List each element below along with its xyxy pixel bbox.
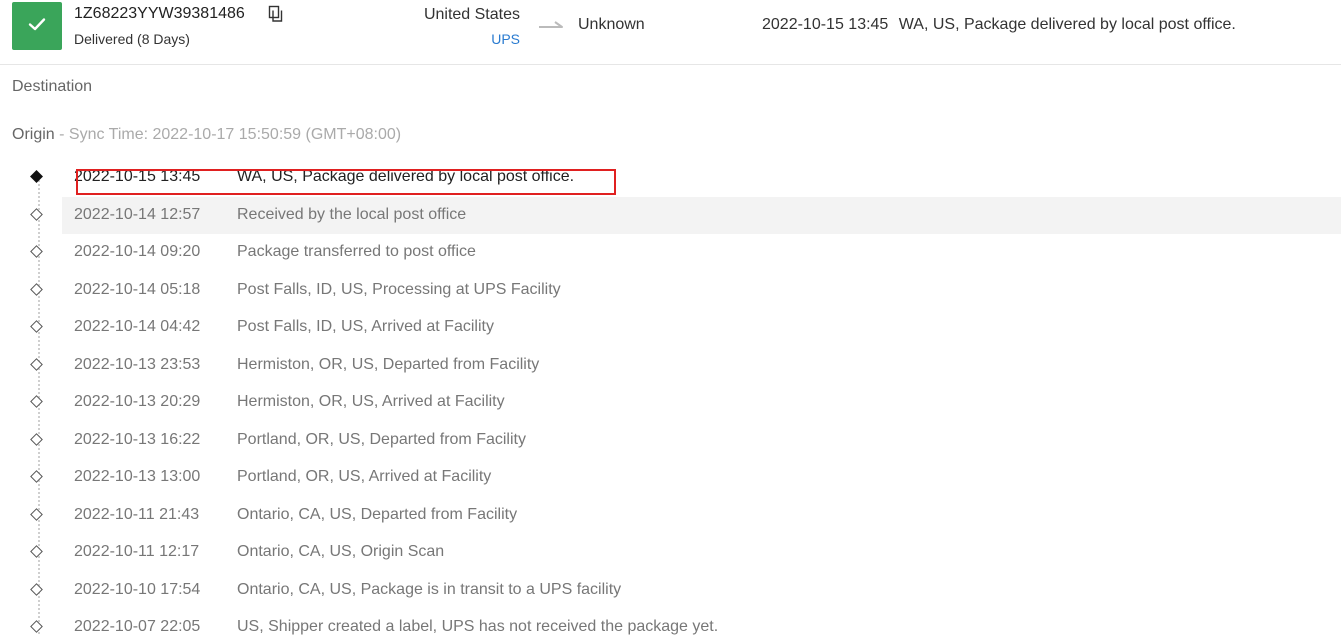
event-description: Ontario, CA, US, Origin Scan: [237, 543, 445, 560]
event-time: 2022-10-13 23:53: [74, 355, 201, 373]
event-description: US, Shipper created a label, UPS has not…: [237, 618, 719, 635]
event-description: Hermiston, OR, US, Departed from Facilit…: [237, 355, 540, 373]
latest-event-time: 2022-10-15 13:45: [762, 16, 889, 33]
event-time: 2022-10-14 09:20: [74, 243, 201, 260]
event-description: Ontario, CA, US, Departed from Facility: [237, 505, 518, 523]
event-description: Package transferred to post office: [237, 243, 476, 260]
tracking-event-row: 2022-10-11 12:17 Ontario, CA, US, Origin …: [0, 534, 1341, 572]
tracking-events-list: 2022-10-15 13:45 WA, US, Package delivere…: [0, 159, 1341, 636]
event-time: 2022-10-13 13:00: [74, 468, 201, 485]
timeline-dot-filled-icon: [30, 170, 43, 183]
tracking-event-row: 2022-10-14 09:20 Package transferred to p…: [0, 234, 1341, 272]
event-time: 2022-10-15 13:45: [74, 168, 201, 185]
origin-separator: -: [54, 126, 69, 143]
origin-section-label: Origin: [12, 126, 55, 143]
event-description: Portland, OR, US, Arrived at Facility: [237, 468, 492, 485]
latest-event-summary: 2022-10-15 13:45 WA, US, Package deliver…: [762, 16, 1236, 34]
tracking-event-row: 2022-10-11 21:43 Ontario, CA, US, Departe…: [0, 497, 1341, 535]
destination-section-label: Destination: [12, 78, 93, 95]
tracking-event-row: 2022-10-13 20:29 Hermiston, OR, US, Arriv…: [0, 384, 1341, 422]
tracking-header: 1Z68223YYW39381486 Delivered (8 Days) Un…: [0, 0, 1341, 65]
timeline-dot-icon: [30, 507, 43, 521]
timeline-dot-icon: [30, 582, 43, 596]
tracking-number[interactable]: 1Z68223YYW39381486: [74, 5, 245, 23]
destination-country: Unknown: [578, 16, 645, 33]
event-description: Hermiston, OR, US, Arrived at Facility: [237, 393, 505, 410]
tracking-event-row: 2022-10-13 13:00 Portland, OR, US, Arrive…: [0, 459, 1341, 497]
tracking-event-row: 2022-10-07 22:05 US, Shipper created a la…: [0, 609, 1341, 636]
tracking-page: 1Z68223YYW39381486 Delivered (8 Days) Un…: [0, 0, 1341, 636]
tracking-event-row: 2022-10-14 12:57 Received by the local po…: [0, 196, 1341, 234]
timeline-dot-icon: [30, 432, 43, 446]
event-description: Received by the local post office: [237, 205, 467, 223]
timeline-dot-icon: [30, 245, 43, 258]
timeline-dot-icon: [30, 207, 43, 221]
delivery-status-text: Delivered (8 Days): [74, 31, 190, 47]
route-arrow-icon: [538, 18, 564, 32]
tracking-event-row: 2022-10-10 17:54 Ontario, CA, US, Package…: [0, 572, 1341, 610]
event-description: WA, US, Package delivered by local post …: [237, 168, 575, 185]
tracking-event-row: 2022-10-13 16:22 Portland, OR, US, Depart…: [0, 422, 1341, 460]
event-time: 2022-10-14 12:57: [74, 205, 201, 223]
tracking-event-row: 2022-10-14 05:18 Post Falls, ID, US, Proc…: [0, 272, 1341, 310]
event-time: 2022-10-13 20:29: [74, 393, 201, 410]
event-time: 2022-10-11 12:17: [74, 543, 200, 560]
timeline-dot-icon: [30, 320, 43, 333]
event-description: Ontario, CA, US, Package is in transit t…: [237, 580, 622, 598]
tracking-event-row: 2022-10-15 13:45 WA, US, Package delivere…: [0, 159, 1341, 197]
event-time: 2022-10-13 16:22: [74, 430, 201, 448]
copy-icon[interactable]: [268, 5, 284, 23]
timeline-dot-icon: [30, 545, 43, 558]
event-time: 2022-10-14 04:42: [74, 318, 201, 335]
check-icon: [26, 13, 48, 40]
event-time: 2022-10-10 17:54: [74, 580, 201, 598]
latest-event-desc: WA, US, Package delivered by local post …: [898, 16, 1236, 33]
origin-country: United States: [423, 6, 520, 23]
event-description: Portland, OR, US, Departed from Facility: [237, 430, 526, 448]
event-time: 2022-10-07 22:05: [74, 618, 201, 635]
timeline-dot-icon: [30, 282, 43, 296]
event-description: Post Falls, ID, US, Processing at UPS Fa…: [237, 280, 561, 298]
carrier-link[interactable]: UPS: [491, 31, 520, 47]
tracking-event-row: 2022-10-14 04:42 Post Falls, ID, US, Arri…: [0, 309, 1341, 347]
timeline-dot-icon: [30, 357, 43, 371]
origin-section-header: Origin - Sync Time: 2022-10-17 15:50:59 …: [12, 126, 401, 144]
event-time: 2022-10-14 05:18: [74, 280, 201, 298]
sync-time: Sync Time: 2022-10-17 15:50:59 (GMT+08:0…: [68, 126, 402, 143]
event-description: Post Falls, ID, US, Arrived at Facility: [237, 318, 494, 335]
timeline-dot-icon: [30, 620, 43, 633]
timeline-dot-icon: [30, 395, 43, 408]
tracking-event-row: 2022-10-13 23:53 Hermiston, OR, US, Depar…: [0, 347, 1341, 385]
event-time: 2022-10-11 21:43: [74, 505, 200, 523]
delivered-status-badge: [12, 2, 62, 50]
timeline-dot-icon: [30, 470, 43, 483]
